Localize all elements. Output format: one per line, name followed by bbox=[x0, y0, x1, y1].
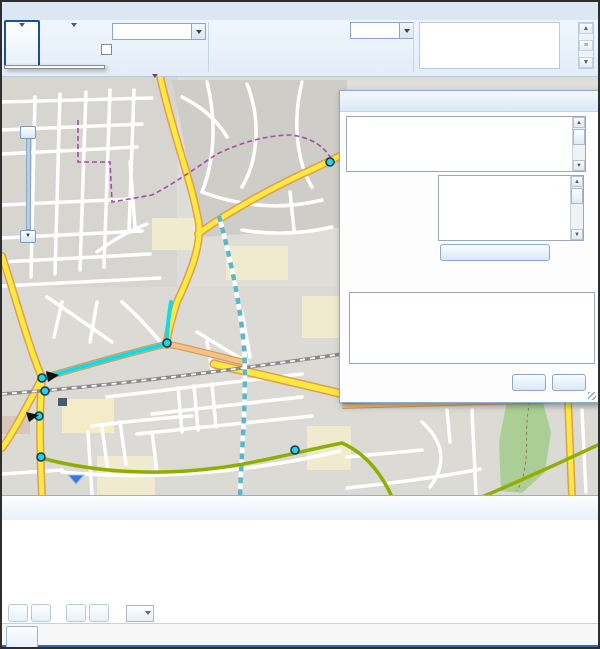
select-by-attributes-dialog: ▲ ▼ ▲ ▼ bbox=[339, 90, 599, 403]
last-page-button[interactable] bbox=[89, 604, 109, 622]
map-zoom-slider[interactable]: ▼ bbox=[19, 122, 37, 242]
select-button[interactable] bbox=[4, 20, 40, 69]
scroll-thumb[interactable] bbox=[571, 188, 583, 204]
redline-gallery bbox=[419, 22, 560, 69]
dialog-select-button[interactable] bbox=[512, 374, 546, 391]
scroll-up-icon[interactable]: ▲ bbox=[571, 176, 583, 187]
tab-event-attributes[interactable] bbox=[6, 626, 38, 647]
table-toolbar bbox=[2, 496, 598, 520]
return-attribute-set-checkbox[interactable] bbox=[101, 44, 116, 55]
scroll-thumb[interactable]: ≡ bbox=[579, 40, 593, 51]
checkbox-icon[interactable] bbox=[101, 44, 112, 55]
tab-close-icon[interactable] bbox=[19, 631, 31, 643]
rectangle-dropdown-caret-icon bbox=[71, 23, 77, 27]
point-events-button[interactable] bbox=[214, 22, 252, 74]
dialog-menu-icon[interactable] bbox=[564, 94, 578, 108]
application-window: ▲ ≡ ▼ bbox=[0, 0, 600, 649]
next-page-button[interactable] bbox=[66, 604, 86, 622]
values-scrollbar[interactable]: ▲ ▼ bbox=[570, 176, 583, 240]
field-list[interactable]: ▲ ▼ bbox=[346, 116, 586, 172]
zoom-slider-track[interactable] bbox=[26, 128, 31, 230]
field-list-scrollbar[interactable]: ▲ ▼ bbox=[572, 117, 585, 171]
redline-gallery-scrollbar[interactable]: ▲ ≡ ▼ bbox=[578, 22, 594, 69]
layer-dropdown[interactable] bbox=[112, 23, 206, 40]
select-dropdown-caret-icon bbox=[19, 23, 25, 27]
panel-tab-bar bbox=[2, 623, 598, 648]
table-pagination bbox=[2, 603, 598, 623]
scroll-up-icon[interactable]: ▲ bbox=[573, 117, 585, 128]
rectangle-button[interactable] bbox=[46, 21, 102, 67]
dialog-close-icon[interactable] bbox=[580, 94, 594, 108]
layer-dropdown-caret-icon[interactable] bbox=[191, 24, 205, 39]
get-unique-values-button[interactable] bbox=[440, 244, 550, 261]
dialog-close-button[interactable] bbox=[552, 374, 586, 391]
unique-values-list[interactable]: ▲ ▼ bbox=[438, 175, 584, 241]
page-select-dropdown[interactable] bbox=[126, 605, 154, 622]
scroll-down-icon[interactable]: ▼ bbox=[571, 229, 583, 240]
first-page-button[interactable] bbox=[8, 604, 28, 622]
attribute-set-dropdown[interactable] bbox=[350, 22, 414, 39]
scroll-down-icon[interactable]: ▼ bbox=[573, 160, 585, 171]
dialog-resize-grip[interactable] bbox=[588, 392, 596, 400]
scroll-down-icon[interactable]: ▼ bbox=[579, 57, 593, 68]
attribute-table-panel bbox=[2, 495, 598, 648]
train-station-icon bbox=[58, 398, 67, 406]
where-clause-input[interactable] bbox=[349, 292, 595, 364]
zoom-slider-down-icon[interactable]: ▼ bbox=[20, 230, 36, 243]
ribbon-tabs bbox=[2, 2, 598, 20]
selection-more-caret-icon[interactable] bbox=[152, 74, 158, 78]
scroll-thumb[interactable] bbox=[573, 129, 585, 145]
page-select-caret-icon bbox=[145, 611, 151, 615]
zoom-slider-handle[interactable] bbox=[20, 126, 36, 139]
scroll-up-icon[interactable]: ▲ bbox=[579, 23, 593, 34]
attribute-set-caret-icon[interactable] bbox=[399, 23, 413, 38]
dialog-titlebar[interactable] bbox=[340, 91, 598, 112]
previous-page-button[interactable] bbox=[31, 604, 51, 622]
line-events-button[interactable] bbox=[252, 22, 290, 74]
select-dropdown-menu bbox=[4, 65, 105, 69]
